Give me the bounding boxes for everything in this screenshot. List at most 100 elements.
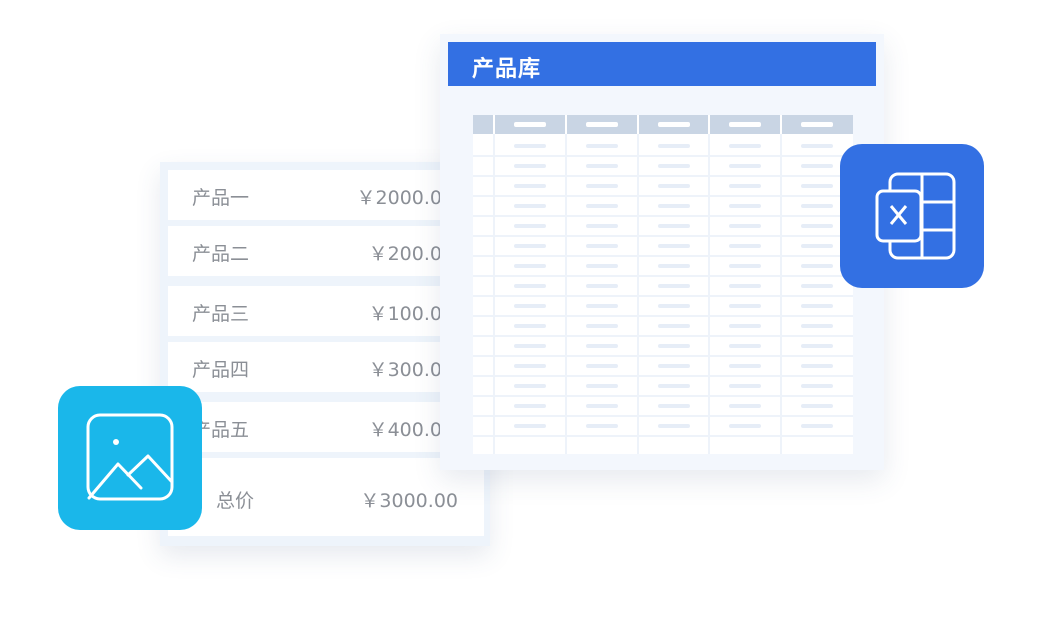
cell-placeholder <box>658 244 690 248</box>
total-price: ￥3000.00 <box>360 490 458 512</box>
product-name: 产品二 <box>192 243 250 265</box>
cell-placeholder <box>729 184 761 188</box>
cell-placeholder <box>586 204 618 208</box>
cell-placeholder <box>658 344 690 348</box>
cell-placeholder <box>514 244 546 248</box>
cell-placeholder <box>658 384 690 388</box>
total-row: 总价 ￥3000.00 <box>168 458 484 536</box>
cell-placeholder <box>729 224 761 228</box>
product-price: ￥400.0 <box>368 419 442 441</box>
cell-placeholder <box>729 344 761 348</box>
cell-placeholder <box>514 384 546 388</box>
cell-placeholder <box>514 144 546 148</box>
cell-placeholder <box>514 324 546 328</box>
price-row: 产品三 ￥100.0 <box>168 286 484 336</box>
excel-tile <box>840 144 984 288</box>
cell-placeholder <box>586 244 618 248</box>
image-icon <box>86 413 174 501</box>
cell-placeholder <box>801 164 833 168</box>
cell-placeholder <box>586 364 618 368</box>
cell-placeholder <box>801 244 833 248</box>
cell-placeholder <box>586 164 618 168</box>
cell-placeholder <box>801 224 833 228</box>
cell-placeholder <box>801 404 833 408</box>
product-price: ￥2000.0 <box>356 187 442 209</box>
cell-placeholder <box>586 384 618 388</box>
grid-lines <box>473 115 853 454</box>
cell-placeholder <box>658 364 690 368</box>
cell-placeholder <box>801 304 833 308</box>
cell-placeholder <box>658 184 690 188</box>
cell-placeholder <box>801 184 833 188</box>
product-library-header: 产品库 <box>448 42 876 86</box>
product-name: 产品一 <box>192 187 250 209</box>
product-name: 产品三 <box>192 303 250 325</box>
total-label: 总价 <box>216 490 255 512</box>
cell-placeholder <box>586 424 618 428</box>
cell-placeholder <box>801 324 833 328</box>
product-library-card: 产品库 <box>440 34 884 470</box>
product-price: ￥200.0 <box>368 243 442 265</box>
cell-placeholder <box>514 204 546 208</box>
cell-placeholder <box>514 184 546 188</box>
cell-placeholder <box>658 164 690 168</box>
cell-placeholder <box>658 144 690 148</box>
cell-placeholder <box>729 364 761 368</box>
cell-placeholder <box>729 424 761 428</box>
cell-placeholder <box>801 204 833 208</box>
cell-placeholder <box>658 224 690 228</box>
cell-placeholder <box>514 264 546 268</box>
cell-placeholder <box>801 344 833 348</box>
cell-placeholder <box>729 144 761 148</box>
cell-placeholder <box>586 324 618 328</box>
cell-placeholder <box>586 404 618 408</box>
cell-placeholder <box>586 184 618 188</box>
cell-placeholder <box>658 324 690 328</box>
cell-placeholder <box>586 144 618 148</box>
cell-placeholder <box>658 284 690 288</box>
cell-placeholder <box>729 304 761 308</box>
cell-placeholder <box>586 224 618 228</box>
product-price: ￥300.0 <box>368 359 442 381</box>
spreadsheet-x-icon <box>875 172 956 260</box>
cell-placeholder <box>658 264 690 268</box>
cell-placeholder <box>801 384 833 388</box>
cell-placeholder <box>514 364 546 368</box>
cell-placeholder <box>586 304 618 308</box>
cell-placeholder <box>658 404 690 408</box>
cell-placeholder <box>729 164 761 168</box>
cell-placeholder <box>586 344 618 348</box>
price-row: 产品二 ￥200.0 <box>168 226 484 276</box>
cell-placeholder <box>729 384 761 388</box>
cell-placeholder <box>801 424 833 428</box>
cell-placeholder <box>729 324 761 328</box>
cell-placeholder <box>658 304 690 308</box>
cell-placeholder <box>729 204 761 208</box>
cell-placeholder <box>801 144 833 148</box>
cell-placeholder <box>729 404 761 408</box>
cell-placeholder <box>658 424 690 428</box>
price-row: 产品五 ￥400.0 <box>168 402 484 452</box>
image-tile <box>58 386 202 530</box>
product-library-title: 产品库 <box>472 57 542 82</box>
cell-placeholder <box>514 304 546 308</box>
cell-placeholder <box>729 264 761 268</box>
cell-placeholder <box>586 264 618 268</box>
cell-placeholder <box>514 284 546 288</box>
cell-placeholder <box>514 224 546 228</box>
product-name: 产品四 <box>192 359 250 381</box>
product-price: ￥100.0 <box>368 303 442 325</box>
cell-placeholder <box>514 424 546 428</box>
cell-placeholder <box>514 164 546 168</box>
cell-placeholder <box>801 284 833 288</box>
cell-placeholder <box>729 244 761 248</box>
cell-placeholder <box>586 284 618 288</box>
cell-placeholder <box>801 264 833 268</box>
cell-placeholder <box>514 404 546 408</box>
cell-placeholder <box>729 284 761 288</box>
price-row: 产品一 ￥2000.0 <box>168 170 484 220</box>
cell-placeholder <box>801 364 833 368</box>
cell-placeholder <box>514 344 546 348</box>
cell-placeholder <box>658 204 690 208</box>
price-row: 产品四 ￥300.0 <box>168 342 484 392</box>
